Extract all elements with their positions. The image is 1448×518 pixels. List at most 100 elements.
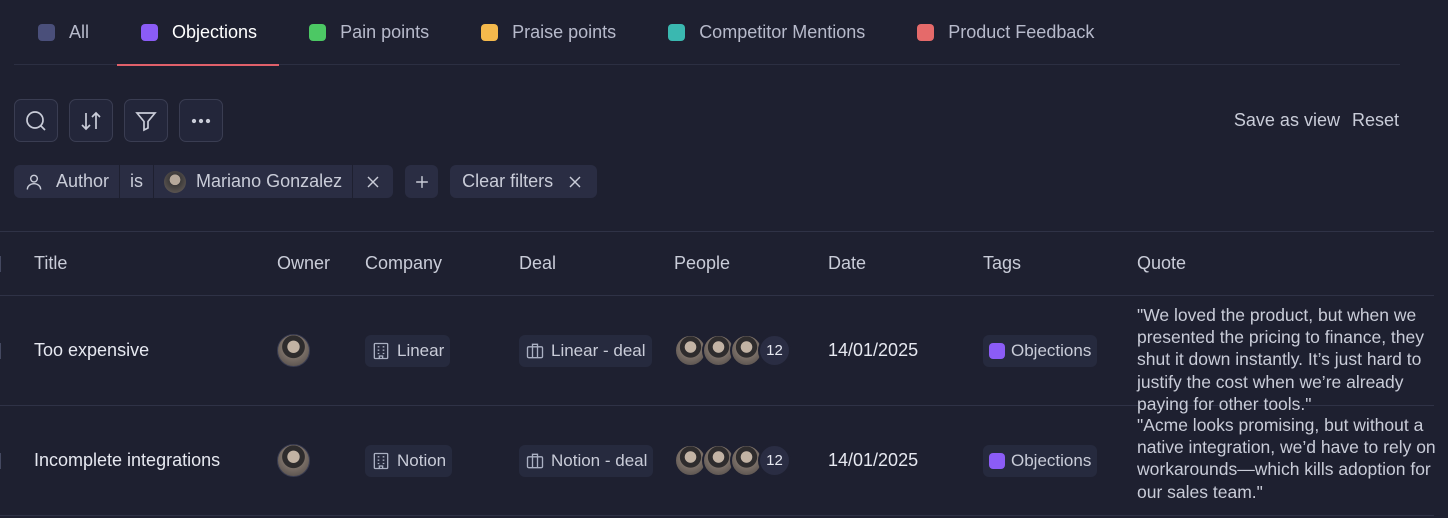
row-title[interactable]: Too expensive bbox=[34, 296, 149, 405]
toolbar bbox=[14, 99, 223, 142]
table-row[interactable]: Incomplete integrations Notion Notion - … bbox=[0, 406, 1436, 516]
tab-competitor-mentions[interactable]: Competitor Mentions bbox=[644, 0, 887, 65]
tags-cell[interactable]: Objections bbox=[983, 406, 1098, 515]
avatar bbox=[277, 334, 310, 367]
company-cell[interactable]: Linear bbox=[365, 296, 451, 405]
tab-praise-points[interactable]: Praise points bbox=[457, 0, 638, 65]
tab-color-dot bbox=[668, 23, 686, 41]
search-icon bbox=[26, 110, 46, 131]
column-title[interactable]: Title bbox=[34, 232, 67, 295]
filter-field-label: Author bbox=[56, 171, 110, 191]
people-count: 12 bbox=[758, 444, 791, 477]
building-icon bbox=[373, 342, 389, 359]
tab-color-dot bbox=[309, 23, 327, 41]
company-chip[interactable]: Linear bbox=[365, 334, 451, 367]
tab-objections[interactable]: Objections bbox=[117, 0, 280, 66]
save-as-view-button[interactable]: Save as view bbox=[1234, 110, 1340, 131]
tag-color-dot bbox=[989, 342, 1005, 359]
tab-pain-points[interactable]: Pain points bbox=[285, 0, 451, 65]
tab-color-dot bbox=[38, 23, 55, 41]
column-owner[interactable]: Owner bbox=[277, 232, 330, 295]
quote-cell[interactable]: "We loved the product, but when we prese… bbox=[1137, 304, 1448, 415]
close-icon bbox=[367, 175, 379, 188]
people-cell[interactable]: 12 bbox=[674, 406, 791, 515]
tab-label: All bbox=[69, 21, 90, 42]
filter-icon bbox=[135, 111, 157, 131]
tag-chip[interactable]: Objections bbox=[983, 444, 1098, 477]
row-handle bbox=[0, 452, 1, 469]
company-name: Linear bbox=[397, 340, 445, 360]
column-quote[interactable]: Quote bbox=[1137, 232, 1186, 295]
filter-operator[interactable]: is bbox=[120, 165, 155, 198]
avatar bbox=[277, 444, 310, 477]
view-actions: Save as view Reset bbox=[1234, 110, 1399, 131]
filter-field[interactable]: Author bbox=[14, 165, 121, 198]
deal-cell[interactable]: Notion - deal bbox=[519, 406, 654, 515]
column-tags[interactable]: Tags bbox=[983, 232, 1021, 295]
tab-label: Objections bbox=[172, 21, 258, 42]
deal-chip[interactable]: Linear - deal bbox=[519, 334, 652, 367]
tab-label: Praise points bbox=[512, 21, 617, 42]
tab-all[interactable]: All bbox=[14, 0, 111, 65]
author-filter-chip[interactable]: Author is Mariano Gonzalez bbox=[14, 165, 394, 198]
insights-table: Title Owner Company Deal People Date Tag… bbox=[0, 231, 1436, 516]
row-title[interactable]: Incomplete integrations bbox=[34, 406, 220, 515]
people-avatars[interactable]: 12 bbox=[674, 444, 791, 477]
filter-operator-label: is bbox=[130, 171, 144, 191]
remove-filter-button[interactable] bbox=[353, 165, 393, 198]
sort-button[interactable] bbox=[69, 99, 113, 142]
tab-color-dot bbox=[481, 23, 499, 41]
more-button[interactable] bbox=[179, 99, 223, 142]
column-deal[interactable]: Deal bbox=[519, 232, 556, 295]
more-icon bbox=[191, 118, 211, 123]
briefcase-icon bbox=[526, 453, 544, 468]
filter-value[interactable]: Mariano Gonzalez bbox=[154, 165, 354, 198]
quote-cell[interactable]: "Acme looks promising, but without a nat… bbox=[1137, 414, 1448, 503]
tab-color-dot bbox=[141, 23, 159, 41]
sort-icon bbox=[81, 111, 101, 130]
column-people[interactable]: People bbox=[674, 232, 730, 295]
add-filter-button[interactable] bbox=[405, 165, 439, 198]
date-cell[interactable]: 14/01/2025 bbox=[828, 296, 918, 405]
people-count: 12 bbox=[758, 334, 791, 367]
filter-bar: Author is Mariano Gonzalez Clear filters bbox=[14, 165, 598, 198]
table-row[interactable]: Too expensive Linear Linear - deal 12 14… bbox=[0, 296, 1434, 414]
tab-label: Competitor Mentions bbox=[699, 21, 866, 42]
filter-value-label: Mariano Gonzalez bbox=[196, 171, 343, 191]
date-cell[interactable]: 14/01/2025 bbox=[828, 406, 918, 515]
deal-chip[interactable]: Notion - deal bbox=[519, 444, 654, 477]
company-chip[interactable]: Notion bbox=[365, 444, 453, 477]
tab-product-feedback[interactable]: Product Feedback bbox=[893, 0, 1116, 65]
owner-cell[interactable] bbox=[277, 296, 310, 405]
clear-filters-button[interactable]: Clear filters bbox=[450, 165, 598, 198]
tab-color-dot bbox=[917, 23, 935, 41]
people-avatars[interactable]: 12 bbox=[674, 334, 791, 367]
tab-label: Pain points bbox=[340, 21, 430, 42]
column-company[interactable]: Company bbox=[365, 232, 442, 295]
reset-button[interactable]: Reset bbox=[1352, 110, 1399, 131]
user-icon bbox=[26, 174, 42, 190]
deal-cell[interactable]: Linear - deal bbox=[519, 296, 652, 405]
category-tabs: All Objections Pain points Praise points… bbox=[14, 0, 1400, 66]
column-divider bbox=[0, 255, 1, 272]
row-handle bbox=[0, 342, 1, 359]
people-cell[interactable]: 12 bbox=[674, 296, 791, 405]
column-date[interactable]: Date bbox=[828, 232, 866, 295]
owner-cell[interactable] bbox=[277, 406, 310, 515]
briefcase-icon bbox=[526, 343, 544, 358]
plus-icon bbox=[415, 175, 428, 188]
table-header: Title Owner Company Deal People Date Tag… bbox=[0, 231, 1434, 296]
company-cell[interactable]: Notion bbox=[365, 406, 453, 515]
tag-color-dot bbox=[989, 452, 1005, 469]
tags-cell[interactable]: Objections bbox=[983, 296, 1098, 405]
search-button[interactable] bbox=[14, 99, 58, 142]
tag-label: Objections bbox=[1011, 450, 1092, 470]
tag-chip[interactable]: Objections bbox=[983, 334, 1098, 367]
tab-label: Product Feedback bbox=[948, 21, 1095, 42]
building-icon bbox=[373, 452, 389, 469]
close-icon bbox=[569, 175, 581, 188]
clear-filters-label: Clear filters bbox=[462, 171, 554, 191]
deal-name: Linear - deal bbox=[551, 340, 646, 360]
avatar bbox=[164, 170, 187, 193]
filter-button[interactable] bbox=[124, 99, 168, 142]
